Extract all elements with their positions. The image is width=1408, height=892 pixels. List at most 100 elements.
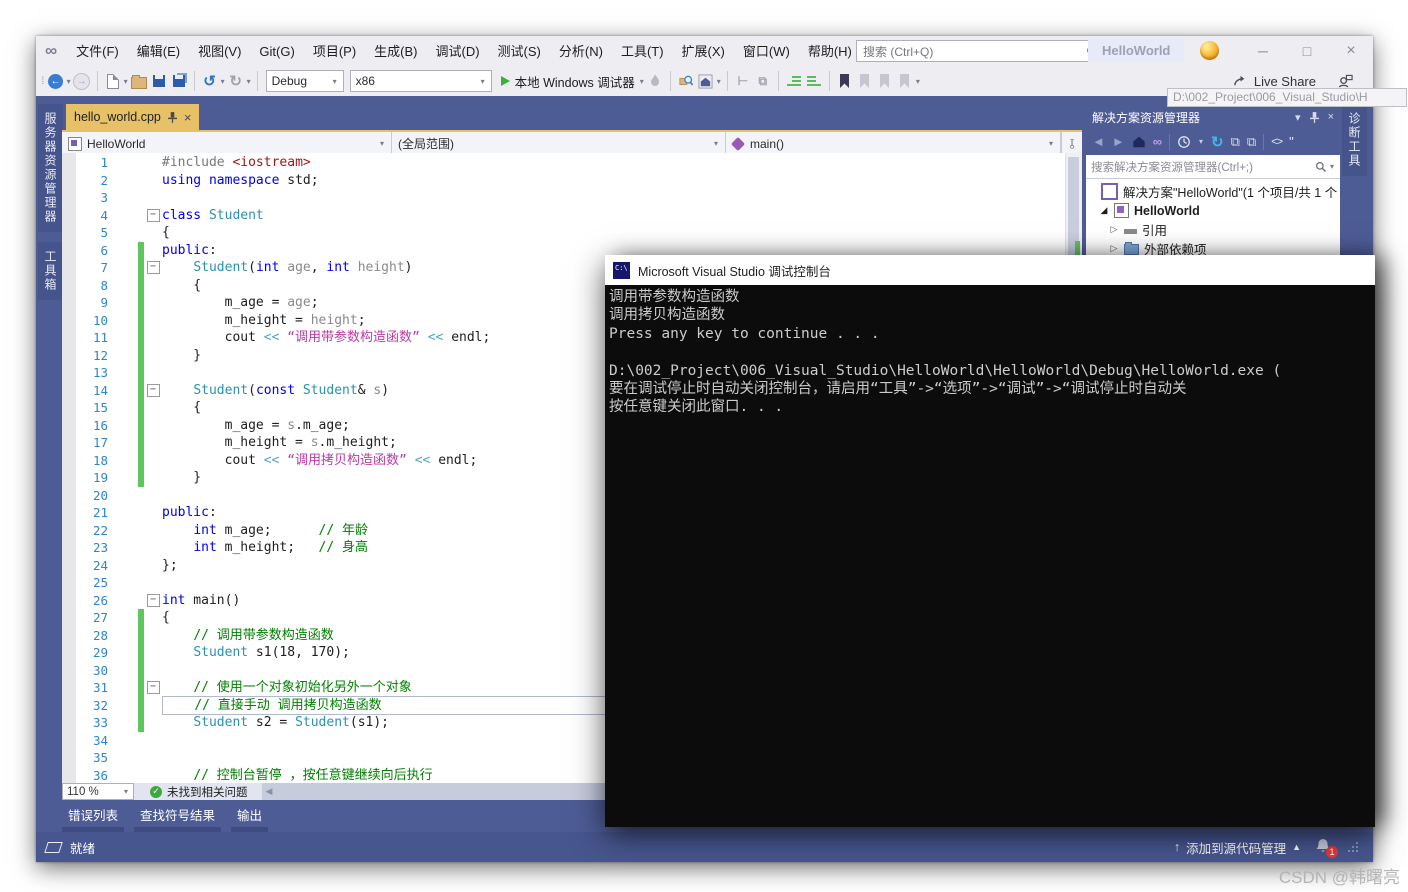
side-tab[interactable]: 服务器资源管理器 (38, 104, 63, 232)
resize-grip[interactable] (1347, 841, 1359, 853)
collapse-region-icon[interactable]: − (146, 261, 160, 275)
expander-icon[interactable]: ◢ (1099, 205, 1109, 216)
properties-window-icon[interactable]: ⧉ (753, 70, 773, 92)
side-tab[interactable]: 诊断工具 (1342, 104, 1367, 176)
fold-margin[interactable]: − (144, 592, 162, 610)
refresh-icon[interactable]: ↻ (1211, 133, 1224, 151)
clear-bookmarks-icon[interactable] (895, 70, 915, 92)
console-output[interactable]: 调用带参数构造函数 调用拷贝构造函数 Press any key to contin… (605, 285, 1375, 827)
decrease-indent-icon[interactable] (784, 70, 804, 92)
menu-item[interactable]: 生成(B) (365, 40, 426, 63)
toolbar-overflow-icon[interactable]: " (1289, 134, 1294, 149)
new-file-button[interactable] (103, 70, 123, 92)
account-badge[interactable]: HelloWorld (1088, 38, 1185, 62)
solution-configuration-select[interactable]: Debug ▾ (265, 70, 344, 92)
collapse-region-icon[interactable]: − (146, 383, 160, 397)
pin-icon[interactable] (1309, 111, 1319, 123)
fold-margin[interactable]: − (144, 207, 162, 225)
pin-icon[interactable] (167, 111, 177, 123)
toggle-bookmark-icon[interactable] (835, 70, 855, 92)
menu-item[interactable]: 项目(P) (304, 40, 365, 63)
redo-dropdown[interactable]: ▾ (247, 77, 251, 86)
code-line[interactable]: 2 using namespace std; (62, 172, 1066, 190)
split-editor-button[interactable]: ⫱ (1061, 132, 1082, 155)
code-line[interactable]: 1 #include <iostream> (62, 154, 1066, 172)
save-all-button[interactable] (169, 70, 189, 92)
bottom-tab-查找符号结果[interactable]: 查找符号结果 (134, 800, 222, 836)
back-icon[interactable]: ◄ (1092, 134, 1105, 149)
add-to-source-control-button[interactable]: ↑ 添加到源代码管理 ▲ (1174, 838, 1301, 857)
new-file-dropdown[interactable]: ▾ (124, 77, 128, 86)
fold-margin[interactable]: − (144, 259, 162, 277)
fold-margin[interactable]: − (144, 382, 162, 400)
undo-dropdown[interactable]: ▾ (221, 77, 225, 86)
next-bookmark-icon[interactable] (875, 70, 895, 92)
close-tab-icon[interactable]: × (184, 110, 192, 125)
quick-search-input[interactable]: 搜索 (Ctrl+Q) (856, 40, 1106, 62)
pending-changes-filter-icon[interactable] (1177, 135, 1191, 149)
nav-scope-select[interactable]: (全局范围) ▾ (392, 132, 726, 155)
collapse-all-icon[interactable]: ⧉ (1231, 134, 1240, 150)
tree-item-helloworld[interactable]: ◢ HelloWorld (1086, 201, 1340, 220)
code-line[interactable]: 3 (62, 189, 1066, 207)
solution-explorer-sync-icon[interactable]: ⊢ (733, 70, 753, 92)
filter-dropdown[interactable]: ▾ (1199, 137, 1203, 146)
tree-item--[interactable]: ▷ 引用 (1086, 220, 1340, 239)
home-icon[interactable] (1132, 135, 1146, 148)
collapse-region-icon[interactable]: − (146, 208, 160, 222)
fold-margin[interactable]: − (144, 679, 162, 697)
menu-item[interactable]: 工具(T) (612, 40, 673, 63)
menu-item[interactable]: Git(G) (250, 40, 303, 63)
view-code-icon[interactable]: <> (1271, 136, 1283, 148)
prev-bookmark-icon[interactable] (855, 70, 875, 92)
find-in-files-button[interactable] (676, 70, 696, 92)
forward-icon[interactable]: ► (1112, 134, 1125, 149)
menu-item[interactable]: 编辑(E) (128, 40, 189, 63)
side-tab[interactable]: 工具箱 (38, 242, 63, 300)
home-button[interactable] (696, 70, 716, 92)
menu-item[interactable]: 窗口(W) (734, 40, 799, 63)
expander-icon[interactable]: ▷ (1109, 224, 1119, 235)
menu-item[interactable]: 分析(N) (550, 40, 612, 63)
menu-item[interactable]: 调试(D) (427, 40, 489, 63)
menu-item[interactable]: 视图(V) (189, 40, 250, 63)
panel-menu-dropdown[interactable]: ▾ (1295, 111, 1301, 124)
switch-views-icon[interactable]: ∞ (1153, 134, 1162, 149)
tree-item--helloworld-1-1-[interactable]: 解决方案"HelloWorld"(1 个项目/共 1 个 (1086, 182, 1340, 201)
notifications-button[interactable]: 1 (1315, 838, 1338, 858)
solution-search-input[interactable]: 搜索解决方案资源管理器(Ctrl+;) ▾ (1086, 155, 1340, 179)
menu-item[interactable]: 扩展(X) (673, 40, 734, 63)
minimize-button[interactable]: ─ (1241, 36, 1285, 66)
undo-button[interactable]: ↺ (200, 70, 220, 92)
home-dropdown[interactable]: ▾ (717, 77, 721, 86)
menu-item[interactable]: 帮助(H) (799, 40, 861, 63)
navigate-forward-button[interactable]: → (72, 70, 92, 92)
properties-icon[interactable]: ⧉ (1247, 134, 1256, 150)
nav-project-select[interactable]: HelloWorld ▾ (62, 132, 392, 155)
toolbar-grip[interactable]: ⁞⁞ (41, 76, 44, 87)
tab-hello-world-cpp[interactable]: hello_world.cpp × (66, 104, 200, 130)
maximize-button[interactable]: □ (1285, 36, 1329, 66)
bee-avatar-icon[interactable] (1200, 41, 1219, 60)
code-line[interactable]: 4 − class Student (62, 207, 1066, 225)
navigate-back-dropdown[interactable]: ▾ (67, 77, 71, 86)
save-button[interactable] (149, 70, 169, 92)
debug-console-window[interactable]: C:\ Microsoft Visual Studio 调试控制台 调用带参数构… (605, 255, 1375, 827)
collapse-region-icon[interactable]: − (146, 593, 160, 607)
start-debugging-button[interactable]: 本地 Windows 调试器 ▾ (495, 72, 645, 91)
open-file-button[interactable] (129, 70, 149, 92)
solution-platform-select[interactable]: x86 ▾ (349, 70, 492, 92)
menu-item[interactable]: 文件(F) (67, 40, 128, 63)
code-line[interactable]: 5{ (62, 224, 1066, 242)
expander-icon[interactable]: ▷ (1109, 243, 1119, 254)
redo-button[interactable]: ↻ (226, 70, 246, 92)
toolbar-overflow-dropdown[interactable]: ▾ (916, 77, 920, 86)
hot-reload-icon[interactable] (645, 70, 665, 92)
collapse-region-icon[interactable]: − (146, 681, 160, 695)
zoom-level-select[interactable]: 110 % ▾ (62, 783, 134, 800)
close-button[interactable]: × (1329, 36, 1373, 66)
document-health-indicator[interactable]: ✓ 未找到相关问题 (150, 784, 248, 800)
bottom-tab-错误列表[interactable]: 错误列表 (62, 800, 125, 836)
console-title-bar[interactable]: C:\ Microsoft Visual Studio 调试控制台 (605, 255, 1375, 285)
increase-indent-icon[interactable] (804, 70, 824, 92)
